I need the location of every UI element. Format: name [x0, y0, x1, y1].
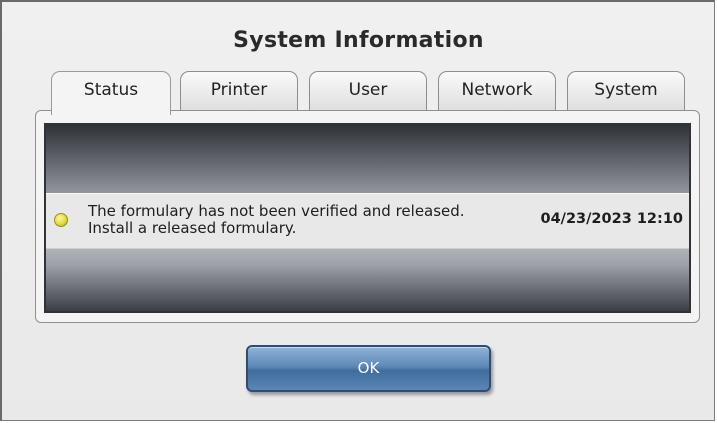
status-list-item[interactable]: The formulary has not been verified and … [46, 193, 689, 249]
status-tab-panel: The formulary has not been verified and … [35, 110, 700, 323]
tab-status-label: Status [83, 80, 139, 100]
yellow-status-dot-icon [54, 213, 68, 227]
tab-printer-label: Printer [210, 80, 268, 100]
status-list[interactable]: The formulary has not been verified and … [44, 123, 691, 313]
tab-status[interactable]: Status [51, 71, 171, 115]
ok-button[interactable]: OK [246, 345, 491, 392]
status-message: The formulary has not been verified and … [88, 202, 465, 237]
tab-network-label: Network [461, 80, 533, 100]
tab-printer[interactable]: Printer [180, 71, 298, 111]
tab-system[interactable]: System [567, 71, 685, 111]
tab-user-label: User [348, 80, 388, 100]
status-timestamp: 04/23/2023 12:10 [540, 211, 683, 227]
tab-user[interactable]: User [309, 71, 427, 111]
tab-system-label: System [594, 80, 658, 100]
tab-network[interactable]: Network [438, 71, 556, 111]
dialog-title: System Information [233, 28, 484, 53]
